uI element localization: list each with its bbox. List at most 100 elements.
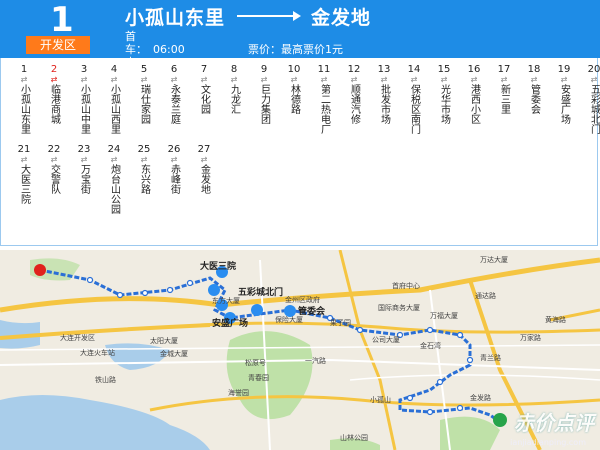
stop-arrow-icon: ⇄ (140, 75, 148, 84)
stop-name: 文化园 (198, 84, 210, 114)
svg-text:金发路: 金发路 (470, 393, 491, 402)
stop-item[interactable]: 18 ⇄ 管委会 (519, 64, 549, 114)
stop-arrow-icon: ⇄ (410, 75, 418, 84)
route-map[interactable]: 大医三院 五彩城北门 安盛广场 管委会 果子园 万达大厦 首府中心 东方大厦 金… (0, 250, 600, 450)
svg-text:万家路: 万家路 (520, 333, 541, 342)
first-bus-time: 06:00 (153, 43, 185, 56)
svg-text:铁山路: 铁山路 (95, 375, 116, 384)
stop-arrow-icon: ⇄ (50, 75, 58, 84)
end-marker-icon (493, 413, 507, 427)
svg-text:山林公园: 山林公园 (340, 433, 368, 442)
stop-arrow-icon: ⇄ (140, 155, 148, 164)
map-canvas[interactable]: 大医三院 五彩城北门 安盛广场 管委会 果子园 万达大厦 首府中心 东方大厦 金… (0, 250, 600, 450)
stop-name: 瑞仕家园 (138, 84, 150, 124)
destination-stop: 金发地 (311, 6, 372, 29)
stop-arrow-icon: ⇄ (320, 75, 328, 84)
stop-arrow-icon: ⇄ (500, 75, 508, 84)
svg-text:大连火车站: 大连火车站 (80, 348, 115, 357)
stop-list: 1 ⇄ 小孤山东里 2 ⇄ 临港商城 3 ⇄ 小孤山中里 4 ⇄ 小孤山西里 5 ⇄ 瑞仕家园 6 ⇄ 永泰兰庭 7… (0, 58, 600, 246)
stop-arrow-icon: ⇄ (80, 155, 88, 164)
stop-name: 炮台山公园 (108, 164, 120, 214)
stop-item[interactable]: 16 ⇄ 港西小区 (459, 64, 489, 124)
stop-item[interactable]: 8 ⇄ 九龙汇 (219, 64, 249, 114)
svg-text:国际商务大厦: 国际商务大厦 (378, 303, 420, 312)
stop-item[interactable]: 10 ⇄ 林德路 (279, 64, 309, 114)
first-bus-label: 首车： (125, 30, 147, 56)
stop-name: 小孤山中里 (78, 84, 90, 134)
stop-item[interactable]: 26 ⇄ 赤峰街 (159, 144, 189, 194)
stop-item[interactable]: 27 ⇄ 金发地 (189, 144, 219, 194)
svg-text:海誉园: 海誉园 (228, 388, 249, 397)
stop-arrow-icon: ⇄ (170, 75, 178, 84)
stop-item[interactable]: 7 ⇄ 文化园 (189, 64, 219, 114)
stop-name: 小孤山西里 (108, 84, 120, 134)
stop-name: 顺通汽修 (348, 84, 360, 124)
stop-name: 管委会 (528, 84, 540, 114)
stop-item[interactable]: 22 ⇄ 交警队 (39, 144, 69, 194)
svg-text:通达路: 通达路 (475, 291, 496, 300)
stop-item[interactable]: 23 ⇄ 万宝街 (69, 144, 99, 194)
stop-name: 新三里 (498, 84, 510, 114)
stop-item[interactable]: 9 ⇄ 巨力集团 (249, 64, 279, 124)
stop-item[interactable]: 14 ⇄ 保税区南门 (399, 64, 429, 134)
svg-text:保险大厦: 保险大厦 (275, 315, 303, 324)
stop-item[interactable]: 6 ⇄ 永泰兰庭 (159, 64, 189, 124)
stop-arrow-icon: ⇄ (230, 75, 238, 84)
stop-name: 巨力集团 (258, 84, 270, 124)
map-label-ansheng: 安盛广场 (212, 317, 248, 329)
stop-name: 批发市场 (378, 84, 390, 124)
stop-arrow-icon: ⇄ (50, 155, 58, 164)
svg-text:大连开发区: 大连开发区 (60, 333, 95, 342)
stop-item[interactable]: 19 ⇄ 安盛广场 (549, 64, 579, 124)
route-title: 小孤山东里 金发地 (125, 4, 372, 29)
stop-name: 五彩城北门 (588, 84, 600, 134)
stop-arrow-icon: ⇄ (20, 155, 28, 164)
watermark-text: 赤价点评 (514, 411, 594, 435)
map-label-wucaicheng: 五彩城北门 (238, 286, 283, 298)
direction-arrow-icon (237, 11, 302, 21)
stop-item[interactable]: 15 ⇄ 光华市场 (429, 64, 459, 124)
district-badge: 开发区 (26, 36, 90, 54)
svg-text:青兰路: 青兰路 (480, 353, 501, 362)
svg-text:松原号: 松原号 (245, 358, 266, 367)
svg-text:金石湾: 金石湾 (420, 341, 441, 350)
stop-item[interactable]: 17 ⇄ 新三里 (489, 64, 519, 114)
stop-item[interactable]: 25 ⇄ 东兴路 (129, 144, 159, 194)
svg-text:黄海路: 黄海路 (545, 315, 566, 324)
stop-arrow-icon: ⇄ (110, 75, 118, 84)
stop-name: 永泰兰庭 (168, 84, 180, 124)
stop-item[interactable]: 21 ⇄ 大医三院 (9, 144, 39, 204)
stop-name: 小孤山东里 (18, 84, 30, 134)
stop-name: 安盛广场 (558, 84, 570, 124)
stop-arrow-icon: ⇄ (260, 75, 268, 84)
stop-name: 赤峰街 (168, 164, 180, 194)
stop-item[interactable]: 3 ⇄ 小孤山中里 (69, 64, 99, 134)
stop-name: 交警队 (48, 164, 60, 194)
svg-text:万达大厦: 万达大厦 (480, 255, 508, 264)
stop-item[interactable]: 4 ⇄ 小孤山西里 (99, 64, 129, 134)
stop-arrow-icon: ⇄ (590, 75, 598, 84)
start-marker-icon (34, 264, 46, 276)
stop-item[interactable]: 11 ⇄ 第二热电厂 (309, 64, 339, 134)
stop-item[interactable]: 20 ⇄ 五彩城北门 (579, 64, 600, 134)
stop-item[interactable]: 2 ⇄ 临港商城 (39, 64, 69, 124)
svg-text:金城大厦: 金城大厦 (160, 349, 188, 358)
stop-item[interactable]: 12 ⇄ 顺通汽修 (339, 64, 369, 124)
stop-arrow-icon: ⇄ (530, 75, 538, 84)
svg-text:果子园: 果子园 (330, 319, 351, 327)
svg-text:东方大厦: 东方大厦 (212, 296, 240, 305)
stop-item[interactable]: 13 ⇄ 批发市场 (369, 64, 399, 124)
stop-item[interactable]: 1 ⇄ 小孤山东里 (9, 64, 39, 134)
stop-arrow-icon: ⇄ (350, 75, 358, 84)
stop-arrow-icon: ⇄ (170, 155, 178, 164)
stop-item[interactable]: 5 ⇄ 瑞仕家园 (129, 64, 159, 124)
stop-arrow-icon: ⇄ (380, 75, 388, 84)
svg-text:万福大厦: 万福大厦 (430, 311, 458, 320)
svg-text:小孤山: 小孤山 (370, 395, 391, 404)
stop-name: 金发地 (198, 164, 210, 194)
watermark-url: ianjiadianping.com (510, 438, 586, 447)
origin-stop: 小孤山东里 (125, 6, 226, 29)
route-header: 1 开发区 小孤山东里 金发地 首车： 06:00 末车： 20:00 票价：最高票… (0, 0, 600, 82)
stop-arrow-icon: ⇄ (200, 75, 208, 84)
stop-item[interactable]: 24 ⇄ 炮台山公园 (99, 144, 129, 214)
